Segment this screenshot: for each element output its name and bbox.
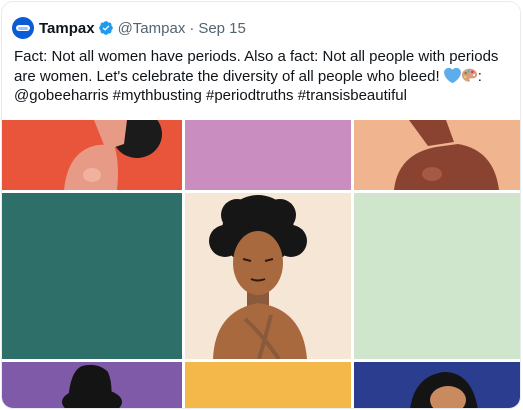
media-tile-3 [354, 120, 520, 190]
media-tile-8 [185, 362, 351, 408]
media-tile-7 [2, 362, 182, 408]
tweet-date[interactable]: Sep 15 [198, 20, 246, 37]
tweet-header: Tampax @Tampax · Sep 15 [12, 16, 246, 40]
separator-dot: · [189, 19, 195, 37]
media-tile-1 [2, 120, 182, 190]
verified-badge-icon [98, 21, 113, 35]
media-tile-4 [2, 193, 182, 359]
tweet-text-line-2-body: are women. Let's celebrate the diversity… [14, 67, 440, 85]
artist-palette-emoji-icon [461, 68, 477, 82]
tweet-media-image[interactable] [2, 120, 520, 408]
tweet-text: Fact: Not all women have periods. Also a… [14, 47, 514, 106]
author-name[interactable]: Tampax [39, 20, 95, 37]
media-tile-5 [185, 193, 351, 359]
tweet-text-line-2-suffix: : [477, 67, 482, 85]
blue-heart-emoji-icon [443, 67, 461, 83]
tampax-logo-avatar-icon[interactable] [12, 17, 34, 39]
author-handle[interactable]: @Tampax [118, 20, 186, 37]
tweet-card[interactable]: Tampax @Tampax · Sep 15 Fact: Not all wo… [1, 1, 521, 409]
media-tile-9 [354, 362, 520, 408]
tweet-text-line-1: Fact: Not all women have periods. Also a… [14, 48, 499, 65]
media-tile-6 [354, 193, 520, 359]
tweet-text-line-2: are women. Let's celebrate the diversity… [14, 67, 514, 87]
media-tile-2 [185, 120, 351, 190]
tweet-text-line-3: @gobeeharris #mythbusting #periodtruths … [14, 87, 407, 104]
